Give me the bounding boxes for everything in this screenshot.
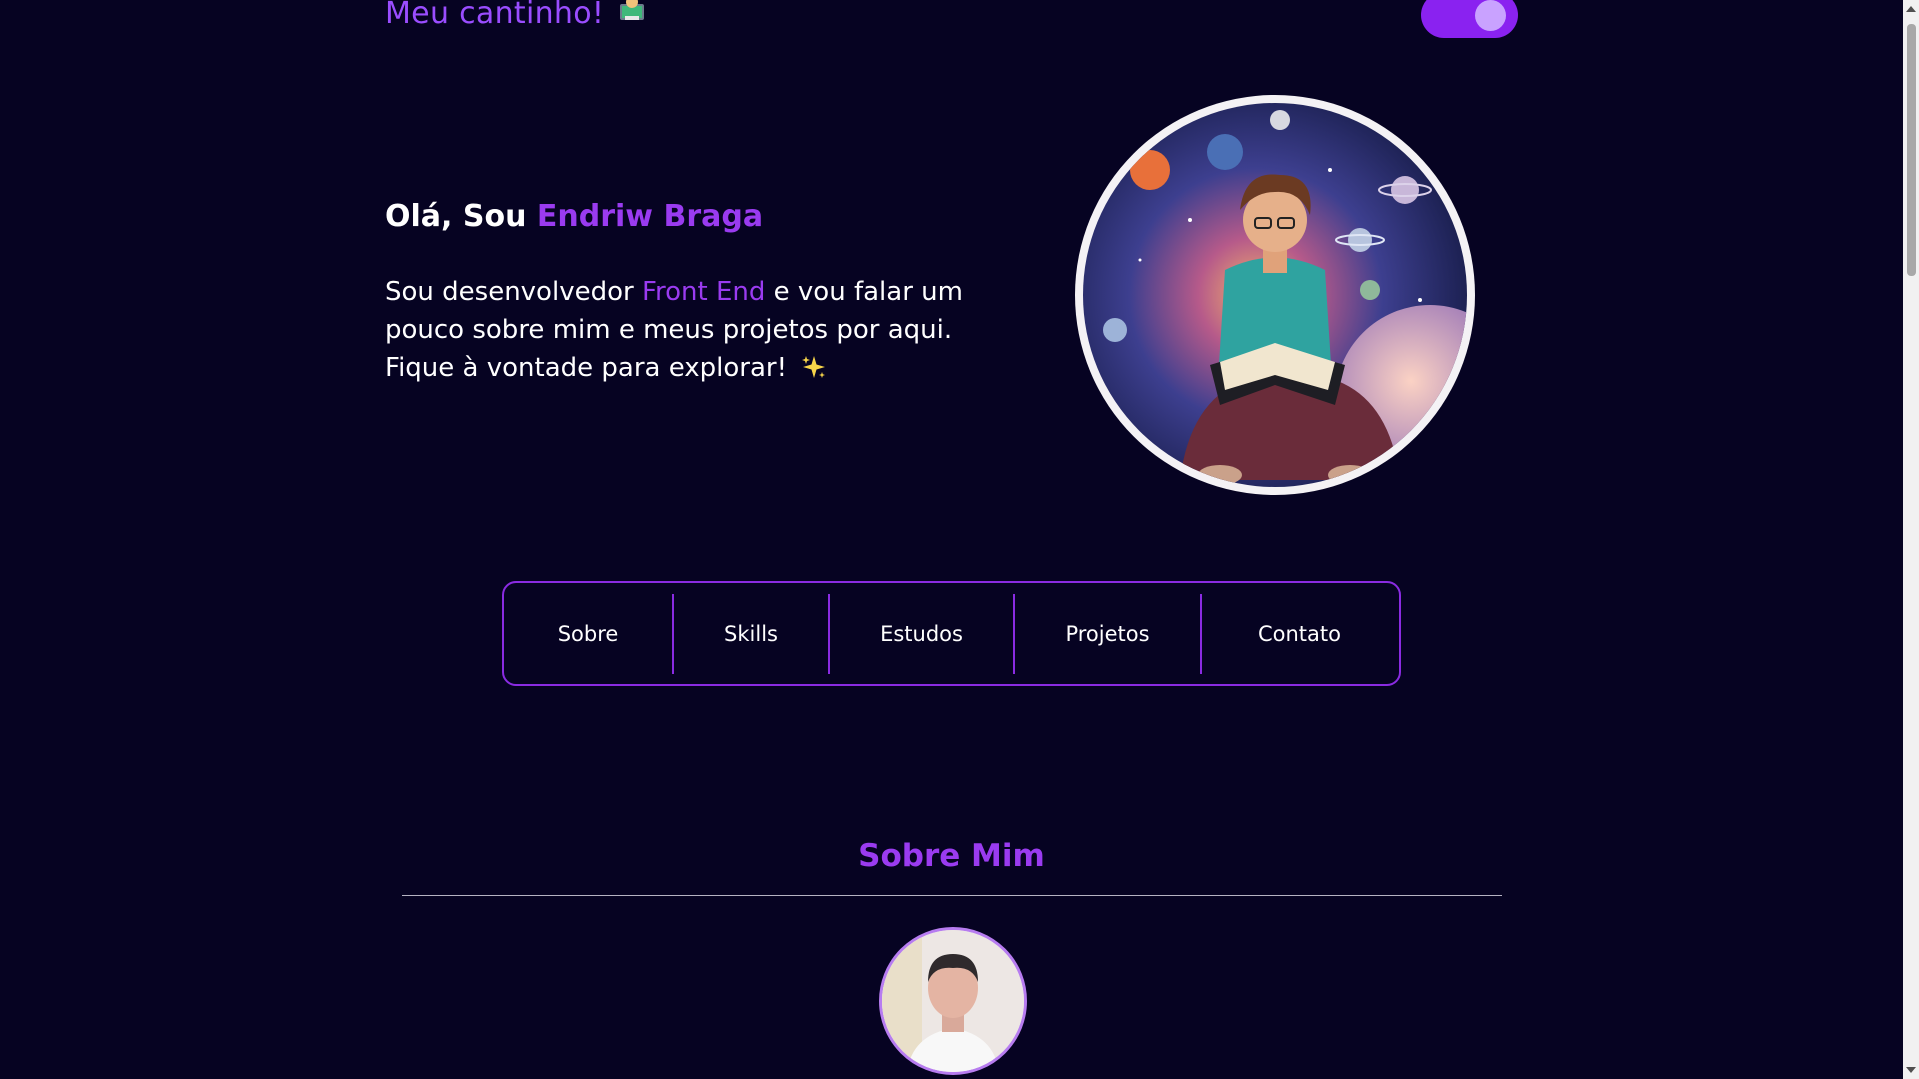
scroll-up-icon[interactable]: [1906, 6, 1916, 12]
avatar: [879, 927, 1027, 1075]
site-brand[interactable]: Meu cantinho!: [385, 0, 648, 31]
theme-toggle[interactable]: [1421, 0, 1518, 38]
sparkles-icon: [802, 356, 826, 378]
page-scrollbar[interactable]: [1903, 0, 1919, 1079]
hero-name: Endriw Braga: [536, 199, 764, 234]
technologist-emoji-icon: [620, 0, 645, 20]
section-divider: [402, 895, 1502, 896]
section-nav: Sobre Skills Estudos Projetos Contato: [502, 581, 1401, 686]
nav-item-projetos[interactable]: Projetos: [1015, 594, 1200, 674]
hero-description: Sou desenvolvedor Front End e vou falar …: [385, 273, 965, 387]
hero-text-accent: Front End: [641, 277, 766, 307]
page: Meu cantinho! Olá, Sou Endriw Braga Sou …: [0, 0, 1903, 1079]
nav-item-sobre[interactable]: Sobre: [504, 594, 672, 674]
hero-title: Olá, Sou Endriw Braga: [385, 199, 763, 234]
nav-item-estudos[interactable]: Estudos: [830, 594, 1013, 674]
avatar-photo: [882, 930, 1024, 1072]
hero-illustration: [1075, 95, 1475, 495]
scrollbar-thumb[interactable]: [1907, 24, 1916, 276]
hero-greeting: Olá, Sou: [385, 199, 537, 234]
nav-item-skills[interactable]: Skills: [674, 594, 828, 674]
brand-text: Meu cantinho!: [385, 0, 605, 31]
theme-toggle-icon: [1475, 0, 1506, 31]
about-title: Sobre Mim: [858, 838, 1045, 874]
scroll-down-icon[interactable]: [1906, 1067, 1916, 1073]
hero-text-part-1: Sou desenvolvedor: [385, 277, 642, 307]
nav-item-contato[interactable]: Contato: [1202, 594, 1397, 674]
